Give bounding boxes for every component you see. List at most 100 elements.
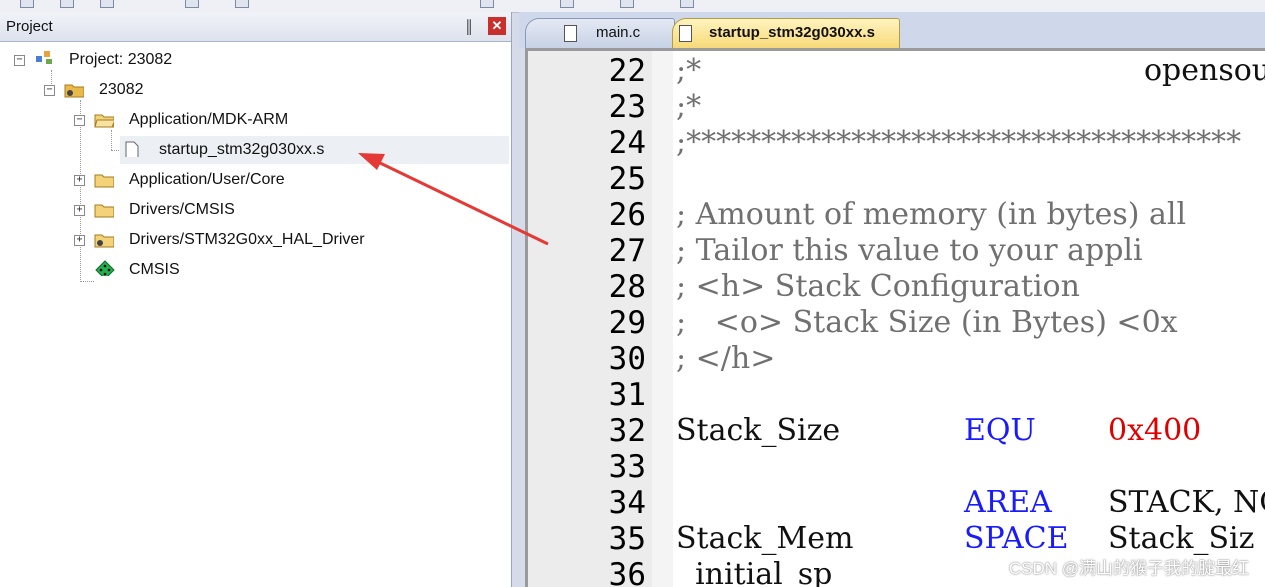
code-line: ;************************************* [676,125,1265,161]
line-number: 35 [608,521,646,557]
code-line: Stack_Mem SPACE Stack_Siz [676,521,1265,557]
toolbar-icon[interactable] [100,0,114,8]
code-line: ;* opensou [676,53,1265,89]
toolbar-icon[interactable] [235,0,249,8]
tree-node-target[interactable]: − 23082 [0,76,511,104]
line-number: 24 [608,125,646,161]
line-number: 22 [608,53,646,89]
code-line: ; <h> Stack Configuration [676,269,1265,305]
code-editor[interactable]: 22 23 24 25 26 27 28 29 30 31 32 33 34 35 36 ;* opensou… [525,48,1265,587]
code-token: Stack_Size [676,413,841,448]
code-token: ; </h> [676,341,776,376]
code-token: ;* [676,89,702,124]
code-line: Stack_Size EQU 0x400 [676,413,1265,449]
code-token: Stack_Mem [676,521,854,556]
line-number: 30 [608,341,646,377]
line-number: 32 [608,413,646,449]
editor-area: main.c startup_stm32g030xx.s 22 23 24 25 26 2… [519,12,1265,587]
project-panel-title: Project [6,18,53,35]
cmsis-diamond-icon [95,260,115,276]
code-token: ; <h> Stack Configuration [676,269,1080,304]
code-line: AREA STACK, NO [676,485,1265,521]
collapse-expander[interactable]: − [44,85,55,96]
folder-gear-icon [94,234,114,248]
code-token: SPACE [964,521,1069,556]
expand-expander[interactable]: + [74,205,85,216]
tree-node-label: Project: 23082 [69,51,173,68]
folder-icon [94,174,114,188]
line-number: 28 [608,269,646,305]
project-tree: − Project: 23082 − 23082 − Application/M… [0,42,511,587]
toolbar-icon[interactable] [620,0,634,8]
document-icon [679,25,692,42]
code-token: Stack_Siz [1108,521,1255,556]
line-number: 29 [608,305,646,341]
toolbar-icon[interactable] [60,0,74,8]
code-token: initial_sp [676,557,833,587]
tree-node-group[interactable]: + Drivers/STM32G0xx_HAL_Driver [0,226,511,254]
code-token: ;* [676,53,702,88]
project-panel: Project ║ ✕ − Project: 23082 − 23082 − A… [0,12,512,587]
code-token: opensou [1144,53,1265,88]
code-token: STACK, NO [1108,485,1265,520]
code-line: ; </h> [676,341,1265,377]
code-token: ;************************************* [676,125,1242,160]
pin-icon[interactable]: ║ [460,18,478,36]
watermark: CSDN @满山的猴子我的腚最红 [1008,559,1249,578]
open-folder-icon [94,114,114,128]
expand-expander[interactable]: + [74,175,85,186]
toolbar-icon[interactable] [560,0,574,8]
tab-main-c[interactable]: main.c [525,18,675,48]
tab-label: startup_stm32g030xx.s [709,24,875,41]
code-token: ; Amount of memory (in bytes) all [676,197,1187,232]
tree-node-label: 23082 [99,81,144,98]
tree-node-label: startup_stm32g030xx.s [159,141,325,158]
project-icon [36,51,52,64]
line-number: 27 [608,233,646,269]
line-number: 34 [608,485,646,521]
code-line: ; Amount of memory (in bytes) all [676,197,1265,233]
tree-node-file[interactable]: startup_stm32g030xx.s [120,136,509,164]
line-number: 33 [608,449,646,485]
tab-startup-file[interactable]: startup_stm32g030xx.s [672,18,900,48]
collapse-expander[interactable]: − [74,115,85,126]
code-token: EQU [964,413,1036,448]
line-number: 25 [608,161,646,197]
close-panel-button[interactable]: ✕ [488,17,506,35]
line-number: 36 [608,557,646,587]
document-icon [564,25,577,42]
toolbar-icon[interactable] [680,0,694,8]
tree-node-component[interactable]: CMSIS [0,256,511,284]
tree-node-label: Drivers/CMSIS [129,201,235,218]
toolbar-icon[interactable] [480,0,494,8]
code-token: ; Tailor this value to your appli [676,233,1143,268]
tree-node-group[interactable]: + Application/User/Core [0,166,511,194]
folder-icon [94,204,114,218]
toolbar-icon[interactable] [185,0,199,8]
tree-node-project[interactable]: − Project: 23082 [0,46,511,74]
tree-node-group[interactable]: + Drivers/CMSIS [0,196,511,224]
line-number-gutter: 22 23 24 25 26 27 28 29 30 31 32 33 34 35 36 [528,51,652,587]
line-number: 31 [608,377,646,413]
code-line: ;* [676,89,1265,125]
tree-node-label: Application/MDK-ARM [129,111,289,128]
tree-node-label: Drivers/STM32G0xx_HAL_Driver [129,231,365,248]
collapse-expander[interactable]: − [14,55,25,66]
expand-expander[interactable]: + [74,235,85,246]
project-panel-header: Project ║ ✕ [0,12,511,42]
gutter-margin [652,51,673,587]
tree-node-label: Application/User/Core [129,171,285,188]
toolbar-undo-icon[interactable] [20,0,34,8]
target-folder-icon [64,84,84,98]
code-token: ; <o> Stack Size (in Bytes) <0x [676,305,1178,340]
code-token: AREA [964,485,1052,520]
code-line: ; Tailor this value to your appli [676,233,1265,269]
tab-label: main.c [596,24,641,41]
code-token: 0x400 [1108,413,1202,448]
tree-node-group[interactable]: − Application/MDK-ARM [0,106,511,134]
file-icon [125,141,139,157]
code-line: ; <o> Stack Size (in Bytes) <0x [676,305,1265,341]
